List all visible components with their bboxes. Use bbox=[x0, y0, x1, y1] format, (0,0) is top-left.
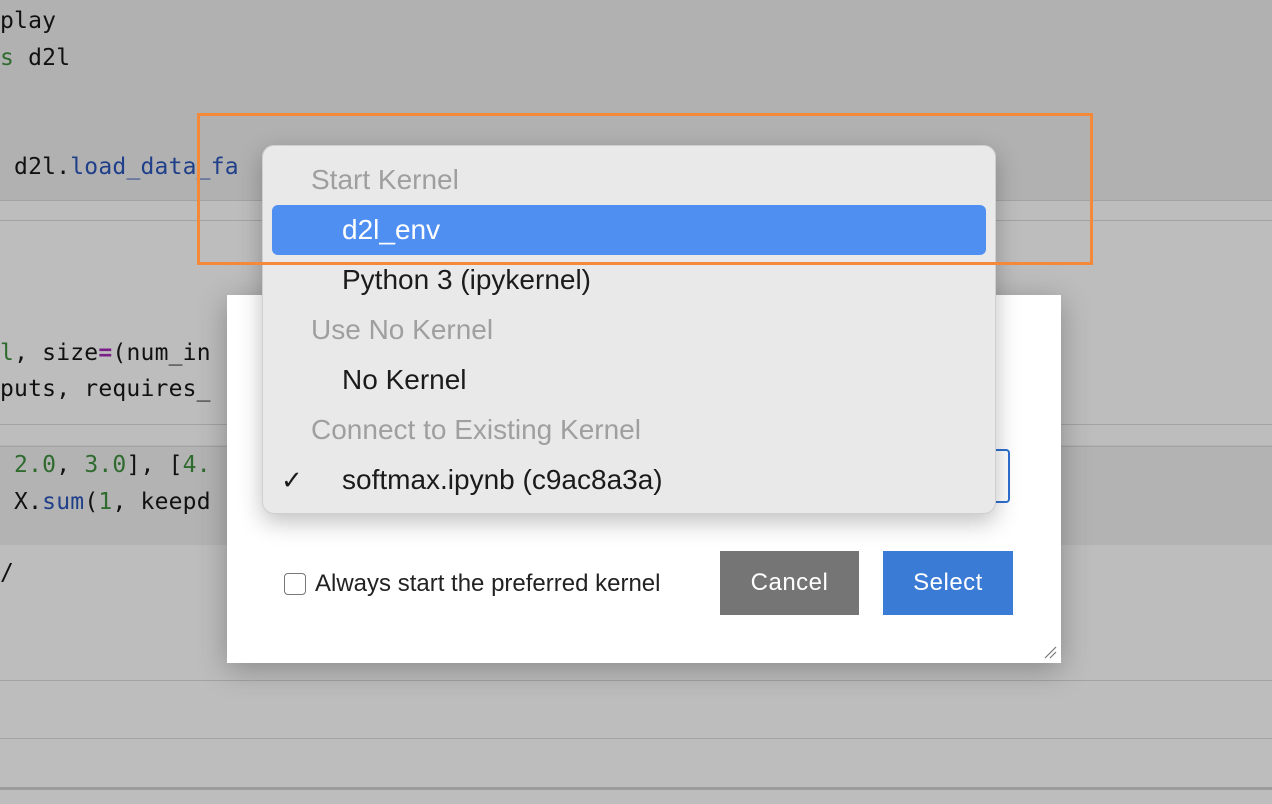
menu-item-label: Python 3 (ipykernel) bbox=[342, 264, 592, 295]
always-start-row[interactable]: Always start the preferred kernel bbox=[284, 570, 660, 598]
menu-item-no-kernel[interactable]: No Kernel bbox=[263, 355, 995, 405]
cancel-button[interactable]: Cancel bbox=[720, 551, 859, 615]
code-token: X. bbox=[0, 489, 43, 515]
code-token: (num_in bbox=[112, 340, 211, 366]
menu-header-no-kernel: Use No Kernel bbox=[263, 305, 995, 355]
menu-item-label: softmax.ipynb (c9ac8a3a) bbox=[342, 464, 663, 495]
code-token: / bbox=[0, 560, 15, 586]
code-token: puts, requires_ bbox=[0, 376, 211, 402]
code-line: s d2l bbox=[0, 45, 70, 71]
code-line: puts, requires_ bbox=[0, 376, 211, 402]
code-token: 2.0 bbox=[0, 452, 57, 478]
code-line: l, size=(num_in bbox=[0, 340, 211, 366]
code-line: / bbox=[0, 560, 14, 586]
annotation-highlight-box bbox=[197, 113, 1093, 265]
code-token: 3.0 bbox=[84, 452, 127, 478]
code-token: , bbox=[56, 452, 85, 478]
bottom-border bbox=[0, 787, 1272, 790]
menu-header-existing-kernel: Connect to Existing Kernel bbox=[263, 405, 995, 455]
code-token: play bbox=[0, 8, 57, 34]
code-token: , keepd bbox=[112, 489, 211, 515]
menu-header-label: Connect to Existing Kernel bbox=[311, 414, 641, 445]
code-token: d2l bbox=[14, 45, 71, 71]
code-line: X.sum(1, keepd bbox=[0, 489, 211, 515]
code-line: 2.0, 3.0], [4. bbox=[0, 452, 211, 478]
code-token: d2l. bbox=[0, 154, 71, 180]
resize-grip-icon[interactable] bbox=[1043, 645, 1057, 659]
cell-divider bbox=[0, 680, 1272, 681]
always-start-label: Always start the preferred kernel bbox=[315, 570, 661, 597]
menu-item-softmax[interactable]: ✓ softmax.ipynb (c9ac8a3a) bbox=[263, 455, 995, 505]
code-token: 4. bbox=[182, 452, 211, 478]
code-token: l bbox=[0, 340, 15, 366]
code-token: ( bbox=[84, 489, 99, 515]
select-button[interactable]: Select bbox=[883, 551, 1013, 615]
cell-divider bbox=[0, 738, 1272, 739]
code-token: 1 bbox=[98, 489, 113, 515]
menu-header-label: Use No Kernel bbox=[311, 314, 494, 345]
code-token: sum bbox=[42, 489, 85, 515]
code-line: play bbox=[0, 8, 56, 34]
code-token: s bbox=[0, 45, 15, 71]
code-token: ], [ bbox=[126, 452, 183, 478]
menu-item-label: No Kernel bbox=[342, 364, 467, 395]
always-start-checkbox[interactable] bbox=[284, 573, 306, 595]
checkmark-icon: ✓ bbox=[281, 464, 303, 495]
code-token: = bbox=[98, 340, 113, 366]
code-token: , size bbox=[14, 340, 99, 366]
